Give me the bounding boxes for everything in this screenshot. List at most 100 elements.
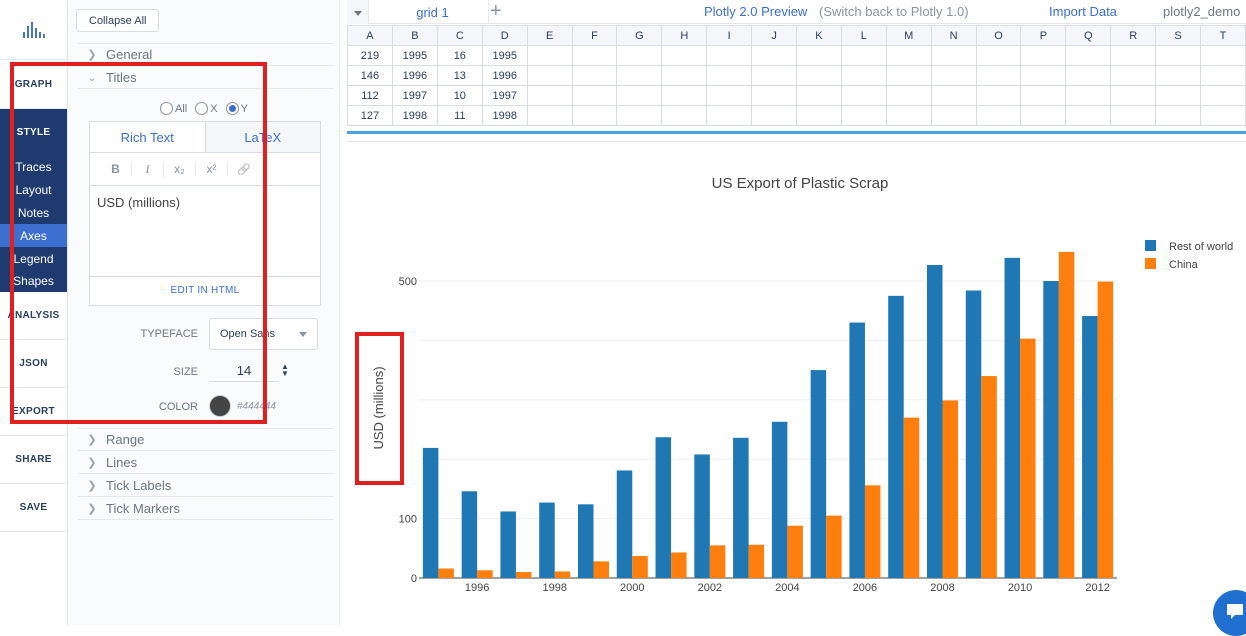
grid-cell[interactable] xyxy=(1065,65,1112,86)
grid-cell[interactable] xyxy=(930,105,977,126)
collapse-all-button[interactable]: Collapse All xyxy=(76,9,160,32)
grid-cell[interactable] xyxy=(1200,45,1246,66)
import-data-link[interactable]: Import Data xyxy=(1049,4,1117,19)
section-tick-labels[interactable]: ❯ Tick Labels xyxy=(78,474,334,497)
grid-column-header[interactable]: D xyxy=(481,25,528,46)
grid-cell[interactable] xyxy=(1020,45,1067,66)
grid-column-header[interactable]: S xyxy=(1155,25,1202,46)
grid-cell[interactable]: 11 xyxy=(436,105,483,126)
grid-resize-handle[interactable] xyxy=(347,131,1246,134)
grid-cell[interactable] xyxy=(706,45,753,66)
grid-tab[interactable]: grid 1 xyxy=(377,0,489,24)
grid-cell[interactable] xyxy=(975,85,1022,106)
grid-cell[interactable] xyxy=(1020,105,1067,126)
grid-column-header[interactable]: O xyxy=(975,25,1022,46)
grid-cell[interactable]: 1997 xyxy=(391,85,438,106)
nav-save[interactable]: SAVE xyxy=(0,484,67,532)
grid-cell[interactable] xyxy=(571,105,618,126)
grid-cell[interactable]: 16 xyxy=(436,45,483,66)
grid-cell[interactable]: 1998 xyxy=(481,105,528,126)
grid-cell[interactable]: 219 xyxy=(347,45,393,66)
grid-cell[interactable] xyxy=(1065,85,1112,106)
grid-cell[interactable] xyxy=(706,65,753,86)
grid-cell[interactable]: 1995 xyxy=(481,45,528,66)
grid-cell[interactable] xyxy=(661,45,708,66)
grid-cell[interactable] xyxy=(751,85,798,106)
grid-cell[interactable] xyxy=(616,45,663,66)
grid-cell[interactable] xyxy=(975,105,1022,126)
grid-cell[interactable]: 1998 xyxy=(391,105,438,126)
section-range[interactable]: ❯ Range xyxy=(78,428,334,451)
grid-cell[interactable] xyxy=(930,45,977,66)
grid-column-header[interactable]: G xyxy=(616,25,663,46)
grid-column-header[interactable]: R xyxy=(1110,25,1157,46)
grid-cell[interactable]: 10 xyxy=(436,85,483,106)
grid-cell[interactable]: 146 xyxy=(347,65,393,86)
grid-column-header[interactable]: N xyxy=(930,25,977,46)
grid-cell[interactable] xyxy=(796,45,842,66)
size-stepper-icon[interactable]: ▲ ▼ xyxy=(281,363,289,378)
nav-share[interactable]: SHARE xyxy=(0,436,67,484)
grid-cell[interactable] xyxy=(1110,45,1157,66)
grid-cell[interactable] xyxy=(751,45,798,66)
grid-cell[interactable] xyxy=(526,65,573,86)
grid-column-header[interactable]: E xyxy=(526,25,573,46)
grid-column-header[interactable]: T xyxy=(1200,25,1246,46)
grid-column-header[interactable]: H xyxy=(661,25,708,46)
data-grid[interactable]: A B C D E F G H I J K L M N O P Q R S T 219 1995 16 1995 146 1996… xyxy=(347,25,1246,131)
grid-cell[interactable] xyxy=(616,105,663,126)
grid-cell[interactable] xyxy=(661,85,708,106)
grid-cell[interactable] xyxy=(885,85,932,106)
grid-dropdown-button[interactable] xyxy=(347,0,369,24)
grid-cell[interactable] xyxy=(1155,105,1202,126)
grid-cell[interactable] xyxy=(1110,105,1157,126)
grid-cell[interactable] xyxy=(706,85,753,106)
username[interactable]: plotly2_demo xyxy=(1163,4,1240,19)
grid-cell[interactable] xyxy=(975,65,1022,86)
grid-cell[interactable] xyxy=(571,85,618,106)
grid-cell[interactable] xyxy=(885,65,932,86)
grid-cell[interactable] xyxy=(1155,65,1202,86)
grid-cell[interactable] xyxy=(796,85,842,106)
grid-cell[interactable] xyxy=(1020,85,1067,106)
grid-cell[interactable] xyxy=(1200,85,1246,106)
grid-cell[interactable] xyxy=(885,105,932,126)
grid-column-header[interactable]: I xyxy=(706,25,753,46)
grid-column-header[interactable]: M xyxy=(885,25,932,46)
grid-cell[interactable] xyxy=(796,65,842,86)
grid-cell[interactable] xyxy=(1200,65,1246,86)
grid-column-header[interactable]: L xyxy=(840,25,887,46)
grid-cell[interactable] xyxy=(1065,105,1112,126)
section-tick-markers[interactable]: ❯ Tick Markers xyxy=(78,497,334,520)
grid-column-header[interactable]: F xyxy=(571,25,618,46)
grid-cell[interactable] xyxy=(1155,85,1202,106)
grid-cell[interactable] xyxy=(661,65,708,86)
grid-cell[interactable] xyxy=(930,65,977,86)
plotly-logo[interactable] xyxy=(0,0,67,60)
grid-cell[interactable] xyxy=(885,45,932,66)
grid-cell[interactable] xyxy=(616,85,663,106)
grid-cell[interactable]: 1996 xyxy=(391,65,438,86)
grid-cell[interactable] xyxy=(1110,85,1157,106)
grid-cell[interactable] xyxy=(840,45,887,66)
grid-cell[interactable]: 127 xyxy=(347,105,393,126)
grid-cell[interactable] xyxy=(796,105,842,126)
grid-cell[interactable] xyxy=(1065,45,1112,66)
grid-cell[interactable] xyxy=(571,45,618,66)
grid-cell[interactable]: 1996 xyxy=(481,65,528,86)
grid-cell[interactable] xyxy=(840,105,887,126)
add-grid-icon[interactable]: + xyxy=(490,0,502,22)
grid-cell[interactable] xyxy=(616,65,663,86)
grid-column-header[interactable]: A xyxy=(347,25,393,46)
grid-column-header[interactable]: Q xyxy=(1065,25,1112,46)
switch-back-link[interactable]: (Switch back to Plotly 1.0) xyxy=(819,4,969,19)
grid-column-header[interactable]: P xyxy=(1020,25,1067,46)
grid-column-header[interactable]: K xyxy=(796,25,842,46)
grid-cell[interactable] xyxy=(1020,65,1067,86)
grid-cell[interactable] xyxy=(975,45,1022,66)
grid-cell[interactable] xyxy=(1155,45,1202,66)
grid-cell[interactable] xyxy=(706,105,753,126)
grid-cell[interactable]: 1995 xyxy=(391,45,438,66)
grid-cell[interactable]: 1997 xyxy=(481,85,528,106)
grid-cell[interactable] xyxy=(571,65,618,86)
